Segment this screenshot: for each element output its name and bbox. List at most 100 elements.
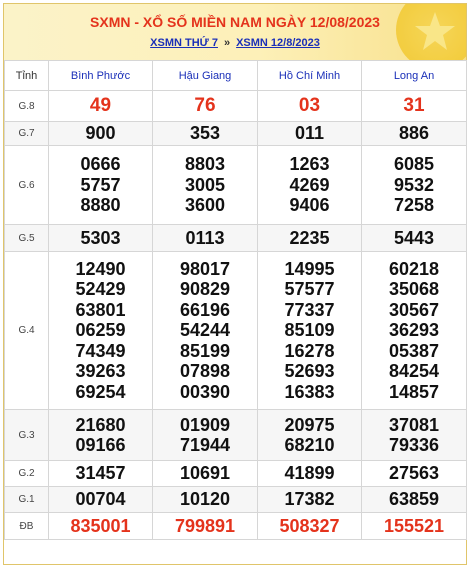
province-header[interactable]: Long An [361,60,467,91]
result-number: 49 [89,94,112,116]
result-cell: 353 [152,121,258,146]
result-cell: 900 [48,121,153,146]
province-header[interactable]: Hậu Giang [152,60,258,91]
result-number: 06259 [75,320,126,341]
result-cell: 21680 09166 [48,409,153,461]
result-number: 84254 [388,361,440,382]
table-row: G.5 5303 0113 2235 5443 [4,224,467,252]
result-number: 60218 [388,258,440,279]
result-number: 16383 [284,381,335,402]
result-number: 4269 [289,174,330,195]
result-number: 10691 [179,463,231,484]
prize-label: G.3 [4,409,49,461]
result-cell: 12490 52429 63801 06259 74349 39263 69254 [48,251,153,410]
result-number: 54244 [179,320,231,341]
table-header-row: Tỉnh Bình Phước Hậu Giang Hồ Chí Minh Lo… [4,60,467,91]
result-cell: 76 [152,90,258,122]
result-number: 5443 [393,227,435,248]
result-cell: 98017 90829 66196 54244 85199 07898 00390 [152,251,258,410]
result-number: 52693 [284,361,335,382]
result-cell: 01909 71944 [152,409,258,461]
prize-label: G.2 [4,460,49,487]
result-cell: 49 [48,90,153,122]
result-number: 79336 [388,435,440,455]
result-number: 57577 [284,279,335,300]
result-number: 2235 [289,227,330,248]
breadcrumb: XSMN THỨ 7 » XSMN 12/8/2023 [4,37,466,49]
result-number: 85199 [179,340,231,361]
result-number: 7258 [393,195,435,216]
result-number: 8880 [80,195,121,216]
result-number: 77337 [284,299,335,320]
result-cell: 10120 [152,486,258,513]
result-cell: 27563 [361,460,467,487]
result-number: 799891 [174,515,236,536]
prize-label: G.4 [4,251,49,410]
result-cell: 835001 [48,512,153,540]
prize-label: G.5 [4,224,49,252]
result-number: 66196 [179,299,231,320]
table-row: ĐB 835001 799891 508327 155521 [4,512,467,540]
result-cell: 41899 [257,460,362,487]
result-cell: 0113 [152,224,258,252]
table-row: G.2 31457 10691 41899 27563 [4,460,467,487]
table-row: G.6 0666 5757 8880 8803 3005 3600 1263 4269 9406 6… [4,145,467,225]
result-number: 35068 [388,279,440,300]
result-number: 98017 [179,258,231,279]
result-cell: 011 [257,121,362,146]
result-cell: 37081 79336 [361,409,467,461]
result-number: 900 [85,123,116,144]
result-cell: 17382 [257,486,362,513]
result-cell: 63859 [361,486,467,513]
result-number: 14857 [388,381,440,402]
result-number: 63801 [75,299,126,320]
prize-label: ĐB [4,512,49,540]
result-number: 10120 [179,489,231,510]
link-xsmn-weekday[interactable]: XSMN THỨ 7 [150,37,218,49]
prize-label: G.7 [4,121,49,146]
result-number: 74349 [75,340,126,361]
result-number: 011 [294,123,325,144]
province-header[interactable]: Hồ Chí Minh [257,60,362,91]
result-cell: 2235 [257,224,362,252]
result-number: 07898 [179,361,231,382]
result-cell: 31457 [48,460,153,487]
result-number: 0113 [185,227,225,248]
result-cell: 8803 3005 3600 [152,145,258,225]
result-cell: 6085 9532 7258 [361,145,467,225]
result-number: 8803 [184,154,226,175]
result-number: 6085 [393,154,435,175]
result-number: 886 [398,123,430,144]
result-number: 76 [194,94,216,116]
result-number: 5303 [80,227,121,248]
result-cell: 31 [361,90,467,122]
result-cell: 10691 [152,460,258,487]
prize-label: G.1 [4,486,49,513]
result-number: 85109 [284,320,335,341]
result-number: 03 [298,94,321,116]
result-number: 508327 [279,515,340,536]
result-number: 30567 [388,299,440,320]
result-number: 37081 [388,414,440,435]
result-number: 835001 [70,515,131,536]
result-number: 17382 [284,489,335,510]
breadcrumb-separator: » [223,37,231,49]
result-number: 39263 [75,361,126,382]
result-number: 9406 [289,195,330,216]
result-number: 9532 [393,174,435,195]
table-row: G.7 900 353 011 886 [4,121,467,146]
result-cell: 799891 [152,512,258,540]
results-table: Tỉnh Bình Phước Hậu Giang Hồ Chí Minh Lo… [4,60,467,540]
result-number: 90829 [179,279,231,300]
result-cell: 5443 [361,224,467,252]
result-number: 155521 [383,515,445,536]
result-cell: 155521 [361,512,467,540]
result-number: 68210 [284,435,335,455]
province-header[interactable]: Bình Phước [48,60,153,91]
link-xsmn-date[interactable]: XSMN 12/8/2023 [236,37,320,49]
result-number: 09166 [75,435,126,455]
result-number: 31457 [75,463,126,484]
results-frame: SXMN - XỔ SỐ MIỀN NAM NGÀY 12/08/2023 XS… [3,3,467,565]
table-row: G.1 00704 10120 17382 63859 [4,486,467,513]
result-number: 71944 [179,435,231,455]
